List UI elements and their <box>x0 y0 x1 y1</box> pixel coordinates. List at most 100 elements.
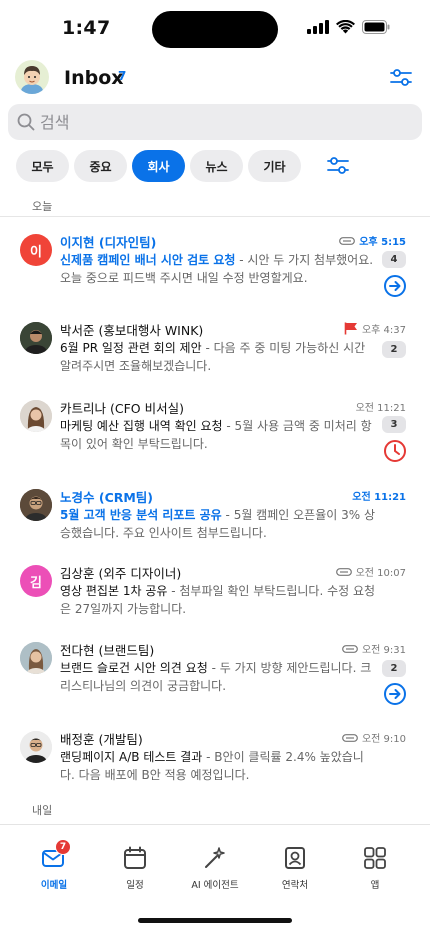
inbox-header: Inbox 7 <box>0 58 430 102</box>
sender-avatar: 김 <box>20 565 52 597</box>
email-subject: 랜딩페이지 A/B 테스트 결과 <box>60 750 203 764</box>
sender-avatar <box>20 731 52 763</box>
flag-icon <box>344 322 357 335</box>
email-body: 6월 PR 일정 관련 회의 제안 - 다음 주 중 미팅 가능하신 시간 알려… <box>60 339 378 375</box>
email-meta: 오전 9:10 <box>342 730 406 745</box>
tab-label: 일정 <box>126 880 144 891</box>
contact-card-icon <box>285 847 305 869</box>
person-photo-icon <box>20 731 52 763</box>
chip-news[interactable]: 뉴스 <box>190 150 243 182</box>
unread-badge: 7 <box>55 839 71 855</box>
sender-name: 박서준 (홍보대행사 WINK) <box>60 323 204 338</box>
battery-icon <box>362 20 390 34</box>
email-meta: 오후 5:15 <box>339 233 406 248</box>
attachment-icon <box>339 236 356 245</box>
apps-grid-icon <box>364 847 386 869</box>
attachment-icon <box>342 733 358 742</box>
page-title: Inbox <box>64 67 124 89</box>
forward-arrow-icon[interactable] <box>383 274 407 298</box>
chip-other[interactable]: 기타 <box>248 150 301 182</box>
forward-arrow-icon[interactable] <box>383 682 407 706</box>
magic-wand-icon <box>205 847 225 868</box>
search-input[interactable] <box>40 104 400 140</box>
wifi-icon <box>336 20 355 34</box>
sender-name: 김상훈 (외주 디자이너) <box>60 566 182 581</box>
email-row[interactable]: 박서준 (홍보대행사 WINK) 오후 4:37 6월 PR 일정 관련 회의 … <box>0 320 430 380</box>
tab-email[interactable]: 7 이메일 <box>14 839 94 891</box>
email-subject: 영상 편집본 1차 공유 <box>60 584 168 598</box>
tab-label: 연락처 <box>281 880 309 891</box>
chip-all[interactable]: 모두 <box>16 150 69 182</box>
cellular-signal-icon <box>307 20 329 34</box>
filter-sliders-icon[interactable] <box>390 68 412 88</box>
sender-name: 전다현 (브랜드팀) <box>60 643 155 658</box>
bottom-tab-bar: 7 이메일 일정 AI 에이전트 연락처 앱 <box>0 824 430 932</box>
filter-chips: 모두 중요 회사 뉴스 기타 <box>16 150 301 182</box>
thread-count-badge: 3 <box>382 416 406 433</box>
email-body: 마케팅 예산 집행 내역 확인 요청 - 5월 사용 금액 중 미처리 항목이 … <box>60 417 378 453</box>
sender-avatar <box>20 489 52 521</box>
email-body: 영상 편집본 1차 공유 - 첨부파일 확인 부탁드립니다. 수정 요청은 27… <box>60 582 378 618</box>
email-subject: 5월 고객 반응 분석 리포트 공유 <box>60 508 222 522</box>
thread-count-badge: 4 <box>382 251 406 268</box>
email-row[interactable]: 이 이지현 (디자인팀) 오후 5:15 신제품 캠페인 배너 시안 검토 요청… <box>0 232 430 302</box>
calendar-icon <box>124 846 146 869</box>
email-meta: 오후 4:37 <box>344 321 406 336</box>
email-meta: 오전 11:21 <box>356 399 406 414</box>
email-time: 오전 10:07 <box>355 568 406 579</box>
tab-contacts[interactable]: 연락처 <box>255 845 335 891</box>
email-time: 오전 9:10 <box>361 734 406 745</box>
email-subject: 6월 PR 일정 관련 회의 제안 <box>60 341 202 355</box>
sender-avatar: 이 <box>20 234 52 266</box>
email-body: 5월 고객 반응 분석 리포트 공유 - 5월 캠페인 오픈율이 3% 상승했습… <box>60 506 378 542</box>
email-row[interactable]: 전다현 (브랜드팀) 오전 9:31 브랜드 슬로건 시안 의견 요청 - 두 … <box>0 640 430 710</box>
email-time: 오전 11:21 <box>352 492 406 503</box>
tab-ai-agent[interactable]: AI 에이전트 <box>175 845 255 891</box>
email-row[interactable]: 노경수 (CRM팀) 오전 11:21 5월 고객 반응 분석 리포트 공유 -… <box>0 487 430 547</box>
email-meta: 오전 11:21 <box>352 488 406 503</box>
sender-name: 노경수 (CRM팀) <box>60 490 154 505</box>
chip-work[interactable]: 회사 <box>132 150 185 182</box>
email-row[interactable]: 카트리나 (CFO 비서실) 오전 11:21 마케팅 예산 집행 내역 확인 … <box>0 398 430 468</box>
profile-avatar[interactable] <box>15 60 49 94</box>
email-body: 브랜드 슬로건 시안 의견 요청 - 두 가지 방향 제안드립니다. 크리스티나… <box>60 659 378 695</box>
status-bar: 1:47 <box>0 0 430 58</box>
person-photo-icon <box>20 400 52 432</box>
email-subject: 브랜드 슬로건 시안 의견 요청 <box>60 661 208 675</box>
chip-important[interactable]: 중요 <box>74 150 127 182</box>
email-subject: 마케팅 예산 집행 내역 확인 요청 <box>60 419 223 433</box>
email-row[interactable]: 김 김상훈 (외주 디자이너) 오전 10:07 영상 편집본 1차 공유 - … <box>0 563 430 623</box>
attachment-icon <box>342 644 358 653</box>
email-meta: 오전 9:31 <box>342 641 406 656</box>
tab-calendar[interactable]: 일정 <box>95 845 175 891</box>
tab-label: AI 에이전트 <box>191 880 239 891</box>
section-header-today: 오늘 <box>32 200 53 213</box>
home-indicator[interactable] <box>138 918 292 923</box>
filter-settings-icon[interactable] <box>327 156 349 176</box>
email-meta: 오전 10:07 <box>335 564 406 579</box>
tab-label: 이메일 <box>40 880 68 891</box>
divider <box>0 216 430 217</box>
email-row[interactable]: 배정훈 (개발팀) 오전 9:10 랜딩페이지 A/B 테스트 결과 - B안이… <box>0 729 430 789</box>
sender-avatar <box>20 322 52 354</box>
tab-label: 앱 <box>370 880 380 891</box>
sender-avatar <box>20 400 52 432</box>
email-time: 오전 11:21 <box>355 403 406 414</box>
reminder-clock-icon[interactable] <box>383 439 407 463</box>
person-photo-icon <box>20 322 52 354</box>
person-photo-icon <box>20 642 52 674</box>
memoji-avatar-icon <box>15 60 49 94</box>
person-photo-icon <box>20 489 52 521</box>
email-body: 신제품 캠페인 배너 시안 검토 요청 - 시안 두 가지 첨부했어요. 오늘 … <box>60 251 378 287</box>
thread-count-badge: 2 <box>382 341 406 358</box>
email-subject: 신제품 캠페인 배너 시안 검토 요청 <box>60 253 236 267</box>
email-time: 오후 5:15 <box>359 237 406 248</box>
search-icon <box>17 113 35 131</box>
email-body: 랜딩페이지 A/B 테스트 결과 - B안이 클릭률 2.4% 높았습니다. 다… <box>60 748 378 784</box>
sender-name: 카트리나 (CFO 비서실) <box>60 401 184 416</box>
thread-count-badge: 2 <box>382 660 406 677</box>
dynamic-island <box>152 11 278 48</box>
tab-apps[interactable]: 앱 <box>335 845 415 891</box>
email-time: 오전 9:31 <box>361 645 406 656</box>
search-bar[interactable] <box>8 104 422 140</box>
